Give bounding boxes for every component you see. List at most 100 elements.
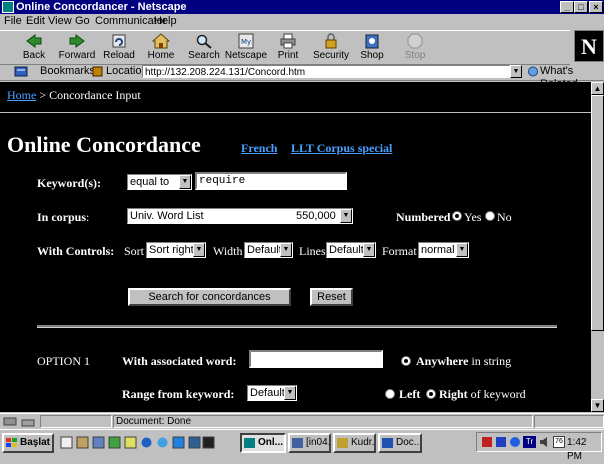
numbered-no-radio[interactable] bbox=[485, 211, 495, 221]
chevron-down-icon: ▼ bbox=[280, 243, 292, 257]
left-radio[interactable] bbox=[385, 389, 395, 399]
search-concordances-button[interactable]: Search for concordances bbox=[128, 288, 291, 306]
keyword-mode-select[interactable]: equal to ▼ bbox=[127, 174, 192, 190]
corpus-name: Univ. Word List bbox=[130, 210, 204, 222]
tray-icon-2[interactable] bbox=[495, 436, 507, 448]
quicklaunch-icon-2[interactable] bbox=[76, 436, 89, 449]
url-history-dropdown[interactable]: ▼ bbox=[510, 65, 522, 78]
bookmarks-button[interactable]: Bookmarks bbox=[40, 65, 95, 78]
sort-select[interactable]: Sort right ▼ bbox=[146, 242, 206, 258]
forward-button[interactable]: Forward bbox=[55, 33, 99, 64]
french-link[interactable]: French bbox=[241, 141, 277, 156]
quicklaunch-icon-8[interactable] bbox=[172, 436, 185, 449]
language-badge[interactable]: Tr bbox=[523, 436, 536, 448]
whats-related-icon[interactable] bbox=[527, 66, 539, 77]
status-text: Document: Done bbox=[113, 415, 533, 428]
tray-icon-3[interactable] bbox=[509, 436, 521, 448]
security-lock-icon[interactable] bbox=[20, 416, 36, 427]
quicklaunch-icon-1[interactable] bbox=[60, 436, 73, 449]
menu-view[interactable]: View bbox=[48, 15, 72, 28]
llt-corpus-link[interactable]: LLT Corpus special bbox=[291, 141, 392, 156]
netscape-logo[interactable]: N bbox=[574, 30, 604, 62]
start-label: Başlat bbox=[20, 437, 51, 448]
home-button[interactable]: Home bbox=[139, 33, 183, 64]
anywhere-label: Anywhere in string bbox=[416, 354, 512, 368]
back-button[interactable]: Back bbox=[12, 33, 56, 64]
menu-edit[interactable]: Edit bbox=[26, 15, 45, 28]
document-task-icon bbox=[337, 438, 348, 448]
reset-button[interactable]: Reset bbox=[310, 288, 353, 306]
status-bar: Document: Done bbox=[0, 413, 604, 429]
reload-button[interactable]: Reload bbox=[97, 33, 141, 64]
my-netscape-icon: My bbox=[238, 33, 254, 49]
anywhere-radio[interactable] bbox=[401, 356, 411, 366]
range-value: Default bbox=[250, 387, 285, 399]
right-radio[interactable] bbox=[426, 389, 436, 399]
page-proxy-icon[interactable] bbox=[92, 66, 103, 77]
menu-file[interactable]: File bbox=[4, 15, 22, 28]
scroll-down-icon[interactable]: ▼ bbox=[591, 399, 604, 412]
quicklaunch-icon-4[interactable] bbox=[108, 436, 121, 449]
left-label: Left bbox=[399, 387, 421, 401]
vertical-scrollbar[interactable]: ▲ ▼ bbox=[591, 82, 604, 412]
associated-word-input[interactable] bbox=[249, 350, 383, 368]
netscape-button[interactable]: My Netscape bbox=[224, 33, 268, 64]
security-button[interactable]: Security bbox=[309, 33, 353, 64]
numbered-yes-label: Yes bbox=[464, 210, 482, 224]
search-button[interactable]: Search bbox=[182, 33, 226, 64]
bookmark-icon[interactable] bbox=[14, 66, 28, 77]
component-bar bbox=[534, 415, 604, 428]
stop-icon bbox=[407, 33, 423, 49]
corpus-size: 550,000 bbox=[296, 210, 336, 222]
quicklaunch-icon-10[interactable] bbox=[202, 436, 215, 449]
window-title: Online Concordancer - Netscape bbox=[16, 1, 187, 13]
quicklaunch-icon-7[interactable] bbox=[156, 436, 169, 449]
scroll-up-icon[interactable]: ▲ bbox=[591, 82, 604, 95]
taskbar-task-doc[interactable]: Doc... bbox=[378, 433, 422, 453]
search-icon bbox=[196, 34, 212, 49]
print-button[interactable]: Print bbox=[266, 33, 310, 64]
scroll-thumb[interactable] bbox=[591, 95, 604, 331]
tray-number[interactable]: 76 bbox=[553, 436, 565, 448]
chevron-down-icon: ▼ bbox=[179, 175, 191, 189]
quicklaunch-icon-9[interactable] bbox=[188, 436, 201, 449]
minimize-button[interactable]: _ bbox=[560, 1, 574, 13]
volume-icon[interactable] bbox=[539, 436, 551, 448]
breadcrumb-home-link[interactable]: Home bbox=[7, 88, 36, 102]
forward-arrow-icon bbox=[69, 34, 85, 48]
url-field[interactable]: http://132.208.224.131/Concord.htm bbox=[142, 65, 510, 78]
shop-button[interactable]: Shop bbox=[350, 33, 394, 64]
chevron-down-icon: ▼ bbox=[456, 243, 468, 257]
numbered-yes-radio[interactable] bbox=[452, 211, 462, 221]
sort-label: Sort bbox=[124, 244, 145, 258]
taskbar-task-online[interactable]: Onl... bbox=[240, 433, 286, 453]
width-select[interactable]: Default ▼ bbox=[244, 242, 293, 258]
back-label: Back bbox=[22, 50, 46, 61]
lines-select[interactable]: Default ▼ bbox=[326, 242, 376, 258]
taskbar-task-in04[interactable]: [in04... bbox=[288, 433, 331, 453]
stop-label: Stop bbox=[404, 50, 426, 61]
controls-label: With Controls: bbox=[37, 244, 115, 258]
top-divider bbox=[0, 112, 591, 113]
format-label: Format bbox=[382, 244, 417, 258]
maximize-button[interactable]: □ bbox=[574, 1, 588, 13]
range-select[interactable]: Default ▼ bbox=[247, 385, 297, 401]
quicklaunch-icon-6[interactable] bbox=[140, 436, 153, 449]
keyword-label: Keyword(s): bbox=[37, 176, 101, 190]
close-button[interactable]: × bbox=[589, 1, 603, 13]
quicklaunch-icon-5[interactable] bbox=[124, 436, 137, 449]
menu-go[interactable]: Go bbox=[75, 15, 90, 28]
format-value: normal bbox=[421, 244, 455, 256]
quicklaunch-icon-3[interactable] bbox=[92, 436, 105, 449]
tray-icon-1[interactable] bbox=[481, 436, 493, 448]
taskbar-task-kudr[interactable]: Kudr... bbox=[333, 433, 376, 453]
reload-label: Reload bbox=[103, 50, 135, 61]
format-select[interactable]: normal ▼ bbox=[418, 242, 469, 258]
chevron-down-icon: ▼ bbox=[363, 243, 375, 257]
chevron-down-icon: ▼ bbox=[284, 386, 296, 400]
menu-help[interactable]: Help bbox=[154, 15, 177, 28]
keyword-input[interactable]: require bbox=[195, 172, 347, 190]
corpus-select[interactable]: Univ. Word List 550,000 ▼ bbox=[127, 208, 353, 224]
start-button[interactable]: Başlat bbox=[2, 433, 54, 453]
stop-button[interactable]: Stop bbox=[393, 33, 437, 64]
